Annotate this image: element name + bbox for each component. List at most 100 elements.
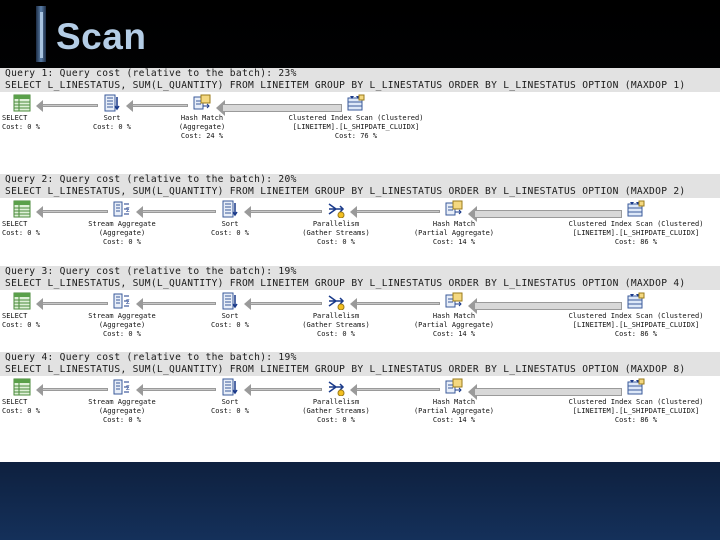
operator-detail: [LINEITEM].[L_SHIPDATE_CLUIDX] [572,407,700,415]
operator-detail: (Partial Aggregate) [413,229,495,237]
sort-icon[interactable] [221,378,239,396]
operator-cost: Cost: 76 % [334,132,378,140]
operator-name: SELECT [2,220,28,228]
parallel-icon[interactable] [327,200,345,219]
plan-operator[interactable]: Clustered Index Scan (Clustered) [LINEITE… [556,220,716,247]
svg-text:Σ: Σ [126,208,130,214]
select-icon[interactable] [13,94,31,112]
select-icon[interactable] [13,378,31,396]
operator-cost: Cost: 86 % [614,330,658,338]
plan-operator[interactable]: Clustered Index Scan (Clustered) [LINEITE… [556,312,716,339]
data-flow-arrow [350,384,440,396]
query-cost-line: Query 3: Query cost (relative to the bat… [5,266,297,277]
query-sql-line: SELECT L_LINESTATUS, SUM(L_QUANTITY) FRO… [5,186,686,197]
arrow-shaft [474,302,622,310]
plan-operator[interactable]: SELECT Cost: 0 % [2,398,42,416]
data-flow-arrow [136,384,216,396]
arrow-shaft [142,388,216,391]
data-flow-arrow [244,298,322,310]
operator-cost: Cost: 0 % [103,330,141,338]
data-flow-arrow [244,384,322,396]
data-flow-arrow [36,298,108,310]
sort-icon[interactable] [221,200,239,218]
query-cost-line: Query 1: Query cost (relative to the bat… [5,68,297,79]
hash-icon[interactable] [445,378,463,396]
svg-text:Σ: Σ [126,386,130,392]
select-icon[interactable] [13,200,31,218]
query-plan-1: Query 1: Query cost (relative to the bat… [0,68,720,158]
title-accent-highlight [40,12,43,58]
operator-name: Hash Match [432,312,476,320]
scan-icon[interactable] [627,378,645,396]
query-cost-line: Query 2: Query cost (relative to the bat… [5,174,297,185]
plan-operator[interactable]: Clustered Index Scan (Clustered) [LINEITE… [556,398,716,425]
data-flow-arrow [350,206,440,218]
parallel-icon[interactable] [327,292,345,311]
plan-operator[interactable]: Hash Match (Partial Aggregate) Cost: 14 % [374,220,534,247]
operator-name: Clustered Index Scan (Clustered) [288,114,424,122]
execution-plan-panel[interactable]: Query 1: Query cost (relative to the bat… [0,68,720,462]
scan-icon[interactable] [347,94,365,112]
arrow-shaft [142,302,216,305]
operator-cost: Cost: 86 % [614,416,658,424]
data-flow-arrow [216,100,342,116]
operator-name: SELECT [2,312,28,320]
plan-operator[interactable]: SELECT Cost: 0 % [2,220,42,238]
arrow-shaft [474,210,622,218]
data-flow-arrow [36,206,108,218]
query-sql-line: SELECT L_LINESTATUS, SUM(L_QUANTITY) FRO… [5,278,686,289]
arrow-shaft [42,388,108,391]
data-flow-arrow [136,206,216,218]
operator-cost: Cost: 14 % [432,416,476,424]
operator-detail: (Partial Aggregate) [413,407,495,415]
arrow-shaft [42,302,108,305]
operator-cost: Cost: 24 % [180,132,224,140]
operator-name: SELECT [2,398,28,406]
arrow-shaft [250,388,322,391]
operator-cost: Cost: 0 % [103,416,141,424]
operator-cost: Cost: 0 % [2,229,40,237]
stream-icon[interactable]: Σ [113,292,131,310]
stream-icon[interactable]: Σ [113,378,131,396]
plan-operator[interactable]: Hash Match (Partial Aggregate) Cost: 14 % [374,312,534,339]
operator-detail: [LINEITEM].[L_SHIPDATE_CLUIDX] [572,321,700,329]
operator-cost: Cost: 0 % [2,407,40,415]
scan-icon[interactable] [627,292,645,310]
operator-detail: (Partial Aggregate) [413,321,495,329]
sort-icon[interactable] [103,94,121,112]
operator-detail: (Aggregate) [178,123,226,131]
stream-icon[interactable]: Σ [113,200,131,218]
operator-cost: Cost: 14 % [432,238,476,246]
plan-operator[interactable]: Hash Match (Partial Aggregate) Cost: 14 % [374,398,534,425]
hash-icon[interactable] [445,200,463,218]
hash-icon[interactable] [193,94,211,112]
parallel-icon[interactable] [327,378,345,397]
arrow-shaft [474,388,622,396]
operator-name: Clustered Index Scan (Clustered) [568,398,704,406]
sort-icon[interactable] [221,292,239,310]
select-icon[interactable] [13,292,31,310]
operator-detail: [LINEITEM].[L_SHIPDATE_CLUIDX] [572,229,700,237]
arrow-shaft [356,388,440,391]
data-flow-arrow [468,384,622,400]
arrow-shaft [42,104,98,107]
plan-operator[interactable]: SELECT Cost: 0 % [2,312,42,330]
svg-text:Σ: Σ [126,300,130,306]
scan-icon[interactable] [627,200,645,218]
operator-cost: Cost: 0 % [2,321,40,329]
query-header: Query 4: Query cost (relative to the bat… [0,352,720,376]
operator-cost: Cost: 86 % [614,238,658,246]
query-plan-2: Query 2: Query cost (relative to the bat… [0,174,720,264]
operator-cost: Cost: 14 % [432,330,476,338]
operator-name: Clustered Index Scan (Clustered) [568,312,704,320]
query-header: Query 3: Query cost (relative to the bat… [0,266,720,290]
arrow-shaft [132,104,188,107]
hash-icon[interactable] [445,292,463,310]
plan-operator[interactable]: Hash Match (Aggregate) Cost: 24 % [122,114,282,141]
query-header: Query 2: Query cost (relative to the bat… [0,174,720,198]
plan-operator[interactable]: Clustered Index Scan (Clustered) [LINEITE… [276,114,436,141]
query-sql-line: SELECT L_LINESTATUS, SUM(L_QUANTITY) FRO… [5,364,686,375]
data-flow-arrow [36,100,98,112]
data-flow-arrow [136,298,216,310]
arrow-shaft [250,210,322,213]
